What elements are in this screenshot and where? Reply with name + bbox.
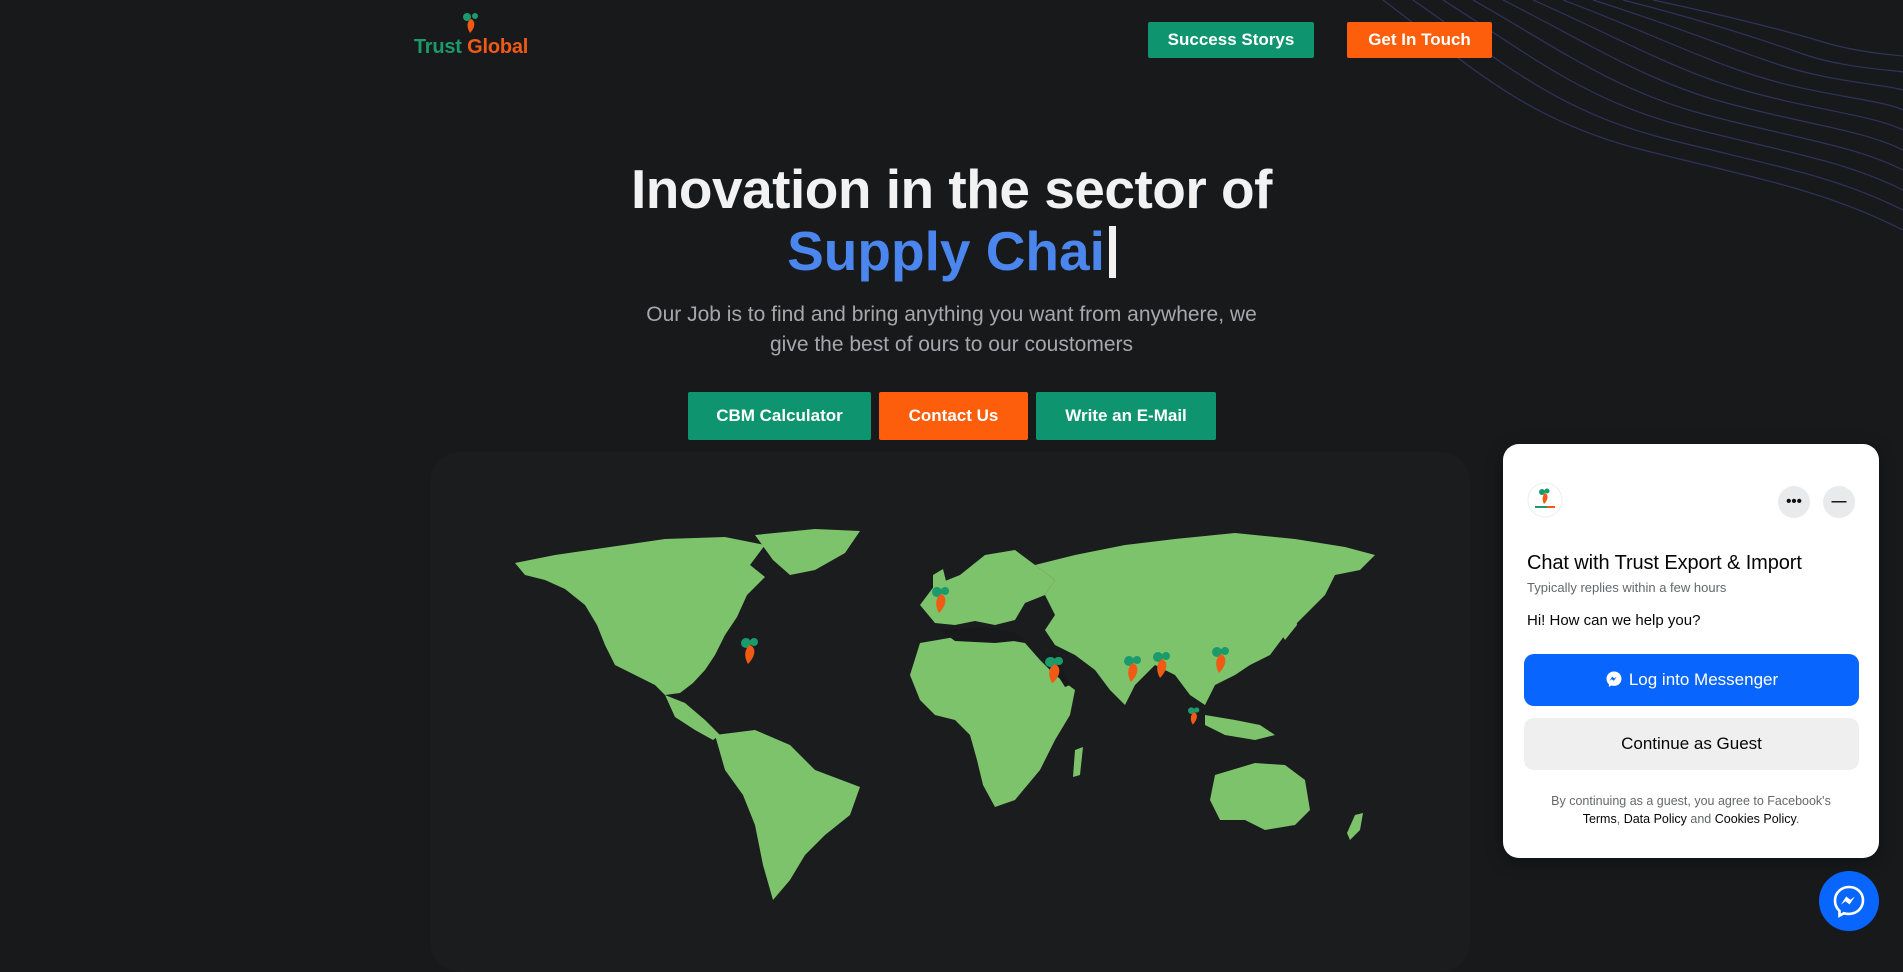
minimize-icon: — bbox=[1831, 493, 1847, 510]
hero-subtitle: Our Job is to find and bring anything yo… bbox=[646, 303, 1257, 356]
greeting-message: Hi! How can we help you? bbox=[1527, 612, 1701, 629]
map-new-zealand bbox=[1347, 813, 1363, 840]
logo-word-global: Global bbox=[467, 36, 529, 58]
location-pin-icon[interactable] bbox=[1043, 655, 1067, 685]
logo-word-trust: Trust bbox=[413, 36, 462, 58]
chat-title: Chat with Trust Export & Import bbox=[1527, 552, 1802, 574]
messenger-chat-panel: ••• — Chat with Trust Export & Import Ty… bbox=[1503, 444, 1879, 858]
legal-and: and bbox=[1690, 812, 1712, 826]
map-madagascar bbox=[1073, 747, 1083, 777]
site-logo[interactable]: Trust Global bbox=[410, 12, 532, 64]
map-central-america bbox=[665, 695, 720, 740]
log-into-messenger-button[interactable]: Log into Messenger bbox=[1524, 654, 1859, 706]
logo-wordmark: Trust Global bbox=[410, 36, 532, 59]
hero-title: Inovation in the sector of bbox=[631, 158, 1272, 220]
location-pin-icon[interactable] bbox=[1121, 654, 1145, 684]
location-pin-icon[interactable] bbox=[738, 636, 762, 666]
legal-period: . bbox=[1795, 812, 1800, 826]
hero-typing-line: Supply Chai bbox=[0, 220, 1903, 282]
map-greenland bbox=[755, 529, 860, 575]
contact-us-button[interactable]: Contact Us bbox=[879, 392, 1028, 440]
avatar-logo-icon bbox=[1527, 482, 1563, 518]
typing-caret bbox=[1108, 226, 1116, 278]
location-pin-icon[interactable] bbox=[1186, 706, 1202, 726]
legal-notice: By continuing as a guest, you agree to F… bbox=[1523, 792, 1859, 828]
more-options-icon: ••• bbox=[1786, 493, 1802, 510]
get-in-touch-button[interactable]: Get In Touch bbox=[1347, 22, 1492, 58]
success-stories-button[interactable]: Success Storys bbox=[1148, 22, 1314, 58]
more-options-button[interactable]: ••• bbox=[1778, 486, 1810, 518]
map-south-america bbox=[715, 730, 860, 900]
map-asia bbox=[1035, 533, 1375, 705]
map-north-america bbox=[515, 537, 765, 695]
page-avatar bbox=[1527, 482, 1563, 518]
location-pin-icon[interactable] bbox=[1150, 650, 1174, 680]
messenger-floating-button[interactable] bbox=[1819, 871, 1879, 931]
cookies-policy-link[interactable]: Cookies Policy bbox=[1715, 812, 1796, 826]
data-policy-link[interactable]: Data Policy bbox=[1624, 812, 1687, 826]
legal-prefix: By continuing as a guest, you agree to F… bbox=[1551, 794, 1831, 808]
location-pin-icon[interactable] bbox=[929, 585, 953, 615]
continue-as-guest-button[interactable]: Continue as Guest bbox=[1524, 718, 1859, 770]
map-australia bbox=[1210, 763, 1310, 830]
map-southeast-asia bbox=[1205, 715, 1275, 740]
legal-comma: , bbox=[1616, 812, 1621, 826]
cbm-calculator-button[interactable]: CBM Calculator bbox=[688, 392, 871, 440]
write-email-button[interactable]: Write an E-Mail bbox=[1036, 392, 1216, 440]
messenger-icon bbox=[1606, 671, 1622, 687]
log-into-messenger-label: Log into Messenger bbox=[1628, 670, 1779, 689]
messenger-icon bbox=[1833, 885, 1865, 918]
logo-mark-icon bbox=[463, 13, 478, 33]
location-pin-icon[interactable] bbox=[1209, 645, 1233, 675]
terms-link[interactable]: Terms bbox=[1583, 812, 1617, 826]
hero-accent-text: Supply Chai bbox=[787, 220, 1105, 282]
reply-time: Typically replies within a few hours bbox=[1527, 580, 1727, 595]
minimize-button[interactable]: — bbox=[1823, 486, 1855, 518]
